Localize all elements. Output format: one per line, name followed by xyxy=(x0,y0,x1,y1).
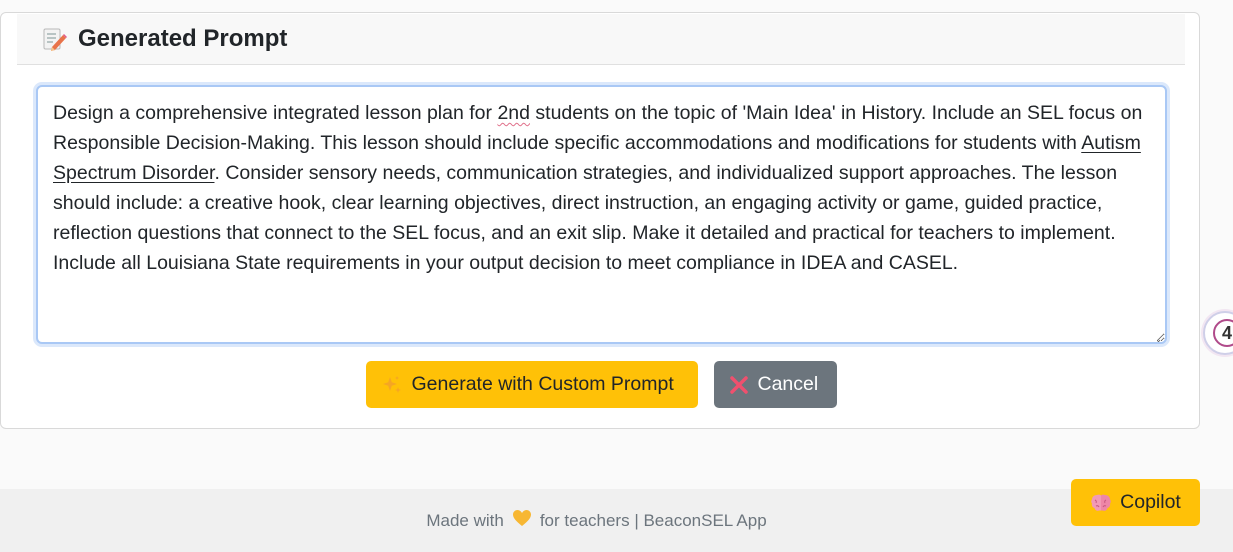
brain-icon xyxy=(1090,493,1112,513)
generated-prompt-card: Generated Prompt Design a comprehensive … xyxy=(0,12,1200,429)
notification-badge[interactable]: 4 xyxy=(1203,311,1233,355)
prompt-text-1: Design a comprehensive integrated lesson… xyxy=(53,102,498,124)
cancel-button-label: Cancel xyxy=(757,373,819,395)
generate-button-label: Generate with Custom Prompt xyxy=(411,373,674,395)
page-title: Generated Prompt xyxy=(78,25,288,52)
custom-prompt-textarea[interactable]: Design a comprehensive integrated lesson… xyxy=(36,85,1167,344)
cancel-button[interactable]: Cancel xyxy=(713,361,837,408)
cross-mark-icon xyxy=(729,375,749,395)
copilot-label: Copilot xyxy=(1120,491,1181,513)
action-buttons: Generate with Custom Prompt Cancel xyxy=(1,361,1201,408)
prompt-grade: 2nd xyxy=(497,102,530,124)
sparkles-icon xyxy=(381,374,403,396)
generate-custom-prompt-button[interactable]: Generate with Custom Prompt xyxy=(365,361,698,408)
yellow-heart-icon xyxy=(512,509,532,532)
footer-prefix: Made with xyxy=(426,510,504,530)
copilot-button[interactable]: Copilot xyxy=(1071,479,1200,526)
memo-icon xyxy=(41,26,67,52)
footer: Made with for teachers | BeaconSEL App xyxy=(0,489,1233,552)
footer-suffix: for teachers | BeaconSEL App xyxy=(539,510,767,530)
card-header: Generated Prompt xyxy=(17,14,1185,65)
resize-grip-icon[interactable] xyxy=(1151,328,1161,342)
notification-count: 4 xyxy=(1213,319,1233,347)
